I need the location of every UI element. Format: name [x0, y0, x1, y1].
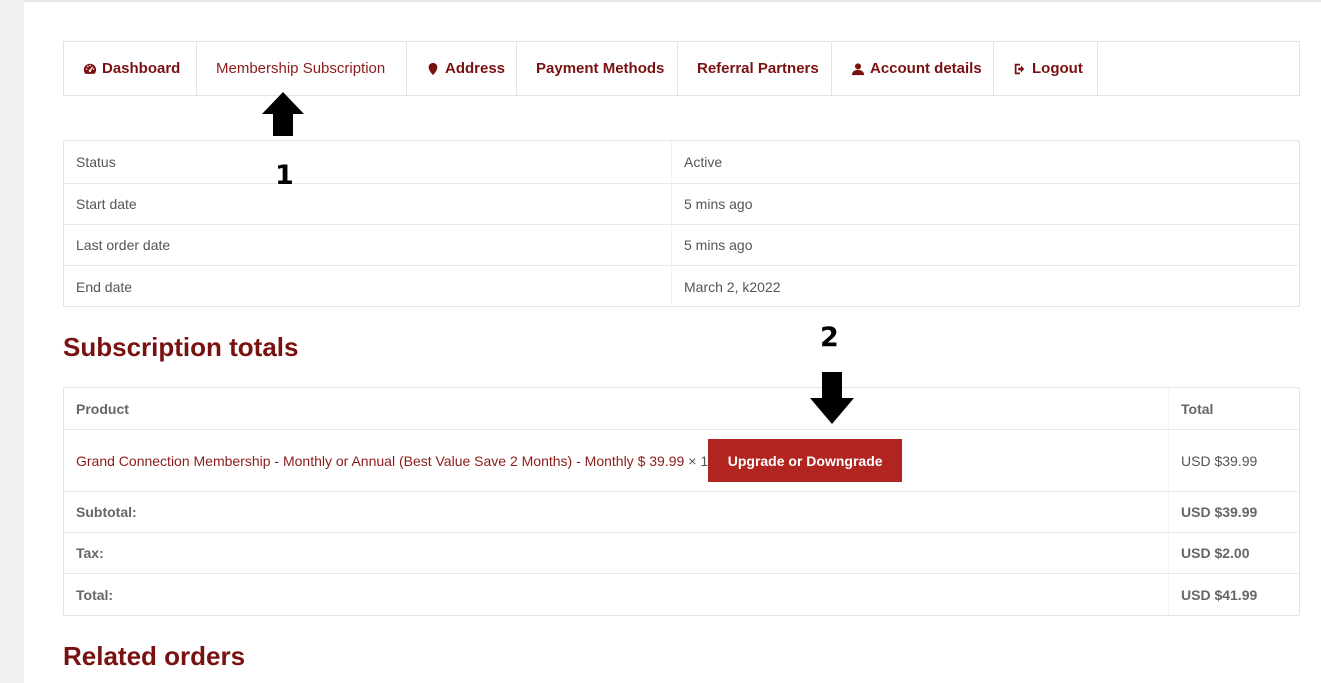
dashboard-icon — [83, 62, 97, 76]
nav-account-details[interactable]: Account details — [832, 42, 994, 95]
nav-label: Address — [445, 60, 506, 77]
product-cell: Grand Connection Membership - Monthly or… — [64, 430, 1169, 491]
row-value: 5 mins ago — [684, 237, 753, 253]
subtotal-label: Subtotal: — [64, 492, 1169, 532]
table-row: Status Active — [64, 141, 1299, 184]
nav-label: Dashboard — [102, 60, 181, 77]
subscription-totals-table: Product Total Grand Connection Membershi… — [63, 387, 1300, 616]
row-value: 5 mins ago — [684, 196, 753, 212]
page: Dashboard Membership Subscription Addres… — [24, 0, 1321, 683]
table-row: Total: USD $41.99 — [64, 574, 1299, 615]
tax-label: Tax: — [64, 533, 1169, 573]
nav-address[interactable]: Address — [407, 42, 517, 95]
tax-value: USD $2.00 — [1181, 545, 1250, 561]
nav-logout[interactable]: Logout — [994, 42, 1098, 95]
arrow-down-icon — [810, 372, 854, 424]
sign-out-icon — [1013, 62, 1027, 76]
row-label: End date — [64, 266, 672, 307]
table-row: Tax: USD $2.00 — [64, 533, 1299, 574]
column-header-product: Product — [64, 388, 1169, 429]
row-label: Status — [64, 141, 672, 183]
subtotal-value: USD $39.99 — [1181, 504, 1258, 520]
table-row: Last order date 5 mins ago — [64, 225, 1299, 266]
subscription-totals-heading: Subscription totals — [63, 332, 299, 362]
table-row: Subtotal: USD $39.99 — [64, 492, 1299, 533]
product-link[interactable]: Grand Connection Membership - Monthly or… — [76, 453, 684, 469]
nav-referral-partners[interactable]: Referral Partners — [678, 42, 832, 95]
row-value: Active — [684, 154, 723, 170]
table-row: End date March 2, k2022 — [64, 266, 1299, 307]
related-orders-heading: Related orders — [63, 641, 246, 671]
product-total: USD $39.99 — [1181, 452, 1258, 469]
arrow-up-icon — [262, 92, 304, 136]
account-nav: Dashboard Membership Subscription Addres… — [63, 41, 1300, 96]
nav-label: Payment Methods — [536, 60, 665, 77]
nav-payment-methods[interactable]: Payment Methods — [517, 42, 678, 95]
user-icon — [851, 62, 865, 76]
nav-label: Logout — [1032, 60, 1083, 77]
nav-dashboard[interactable]: Dashboard — [64, 42, 197, 95]
nav-label: Membership Subscription — [216, 60, 386, 77]
table-header-row: Product Total — [64, 388, 1299, 430]
row-label: Last order date — [64, 225, 672, 265]
total-label: Total: — [64, 574, 1169, 615]
nav-label: Referral Partners — [697, 60, 819, 77]
annotation-label-2: 2 — [820, 322, 839, 353]
upgrade-downgrade-button[interactable]: Upgrade or Downgrade — [708, 439, 903, 482]
table-row: Start date 5 mins ago — [64, 184, 1299, 225]
table-row: Grand Connection Membership - Monthly or… — [64, 430, 1299, 492]
nav-label: Account details — [870, 60, 982, 77]
nav-membership-subscription[interactable]: Membership Subscription — [197, 42, 407, 95]
subscription-details-table: Status Active Start date 5 mins ago Last… — [63, 140, 1300, 307]
map-marker-icon — [426, 62, 440, 76]
total-value: USD $41.99 — [1181, 586, 1258, 603]
product-quantity: × 1 — [688, 452, 709, 469]
column-header-total: Total — [1181, 400, 1214, 417]
row-label: Start date — [64, 184, 672, 224]
row-value: March 2, k2022 — [684, 278, 781, 295]
annotation-label-1: 1 — [275, 160, 294, 191]
